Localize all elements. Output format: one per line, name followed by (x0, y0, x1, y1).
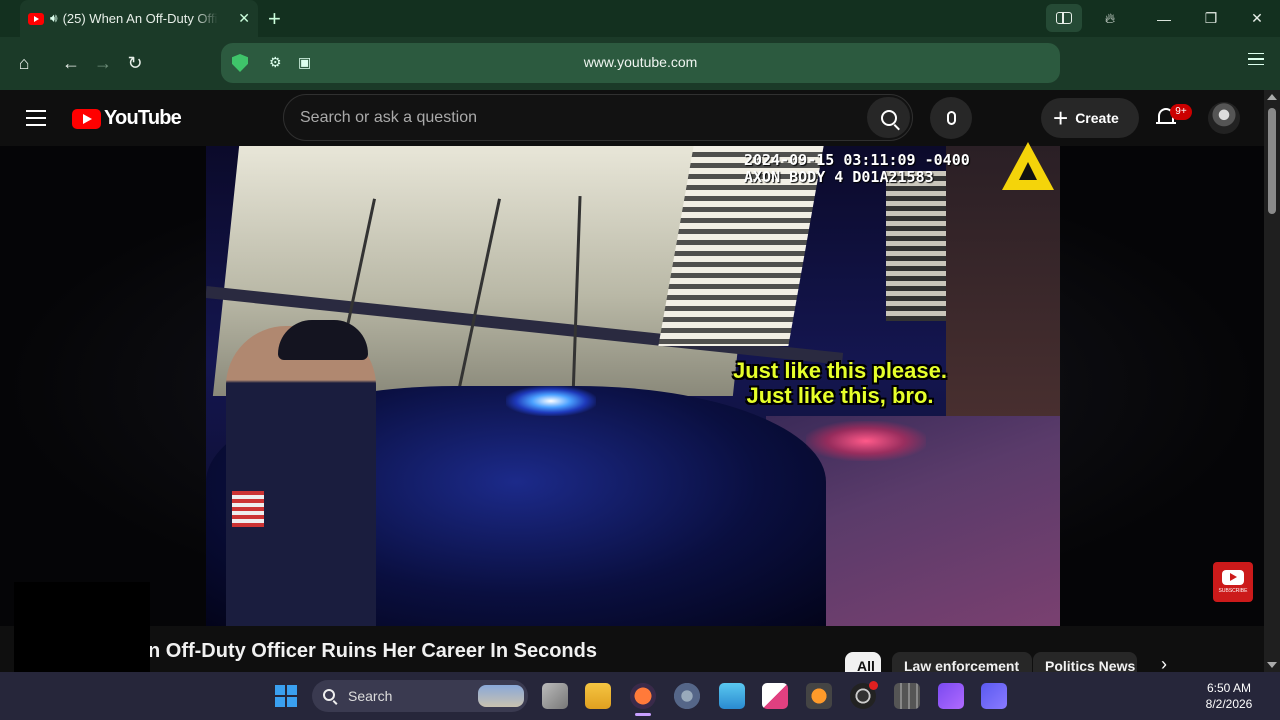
video-title: n Off-Duty Officer Ruins Her Career In S… (148, 640, 597, 662)
editor-icon[interactable] (981, 683, 1007, 709)
minimize-button[interactable]: — (1141, 0, 1187, 37)
youtube-header: YouTube Search or ask a question + Creat… (0, 90, 1264, 146)
recording-dot-icon (869, 681, 878, 690)
search-icon (323, 689, 335, 701)
url-text[interactable]: www.youtube.com (221, 54, 1060, 70)
active-app-indicator (635, 713, 651, 716)
sidebar-toggle-icon[interactable] (1046, 4, 1082, 32)
scroll-up-icon[interactable] (1267, 94, 1277, 100)
create-label: Create (1075, 110, 1119, 126)
paint-icon[interactable] (762, 683, 788, 709)
plus-icon: + (1053, 103, 1069, 133)
task-view-icon[interactable] (542, 683, 568, 709)
calculator-icon[interactable] (894, 683, 920, 709)
taskbar-clock[interactable]: 6:50 AM 8/2/2026 (1196, 680, 1262, 712)
subscribe-watermark-button[interactable]: SUBSCRIBE (1213, 562, 1253, 602)
speaker-icon[interactable]: 🔊︎ (50, 11, 58, 26)
taskbar-search-label: Search (348, 688, 393, 704)
home-icon[interactable]: ⌂ (10, 49, 38, 77)
notification-badge: 9+ (1170, 104, 1192, 120)
settings-icon[interactable] (674, 683, 700, 709)
search-input[interactable]: Search or ask a question (283, 94, 913, 141)
youtube-favicon-icon (28, 12, 44, 25)
youtube-logo-text: YouTube (104, 107, 182, 129)
browser-tab-strip: 🔊︎ (25) When An Off-Duty Officer Ruins H… (0, 0, 1280, 37)
address-bar[interactable]: ⚙︎ ▣ www.youtube.com (221, 43, 1060, 83)
search-highlight-image (478, 685, 524, 707)
browser-tab[interactable]: 🔊︎ (25) When An Off-Duty Officer Ruins H… (20, 0, 258, 37)
clipchamp-icon[interactable] (938, 683, 964, 709)
search-button[interactable] (867, 97, 910, 138)
microphone-icon (946, 111, 956, 125)
notepad-icon[interactable] (719, 683, 745, 709)
file-explorer-icon[interactable] (585, 683, 611, 709)
scroll-down-icon[interactable] (1267, 662, 1277, 668)
guide-menu-icon[interactable] (26, 110, 46, 126)
search-icon (880, 109, 897, 126)
create-button[interactable]: + Create (1041, 98, 1139, 138)
page-scrollbar[interactable] (1264, 90, 1280, 672)
windows-start-icon[interactable] (275, 685, 297, 707)
flame-icon[interactable]: 🔥︎ (1087, 0, 1133, 37)
close-tab-icon[interactable]: ✕ (238, 10, 250, 27)
back-icon[interactable]: ← (57, 49, 85, 77)
youtube-logo-icon (72, 108, 101, 129)
forward-icon[interactable]: → (89, 49, 117, 77)
taskbar-search[interactable]: Search (312, 680, 528, 712)
duckduckgo-browser-icon[interactable] (630, 683, 656, 709)
close-window-button[interactable]: ✕ (1234, 0, 1280, 37)
reload-icon[interactable]: ↻ (121, 49, 149, 77)
restore-button[interactable]: ❐ (1188, 0, 1234, 37)
avatar[interactable] (1208, 102, 1240, 134)
tab-title: (25) When An Off-Duty Officer Ruins Her … (62, 11, 218, 26)
video-frame-officer (226, 326, 376, 626)
youtube-play-icon (1222, 570, 1244, 585)
youtube-logo[interactable]: YouTube (72, 107, 182, 130)
bodycam-timestamp: 2024-09-15 03:11:09 -0400 AXON BODY 4 D0… (744, 151, 970, 186)
scroll-thumb[interactable] (1268, 108, 1276, 214)
browser-menu-icon[interactable] (1248, 53, 1264, 65)
video-caption: Just like this please. Just like this, b… (733, 358, 947, 408)
fl-studio-icon[interactable] (806, 683, 832, 709)
new-tab-button[interactable]: + (268, 6, 281, 32)
search-placeholder: Search or ask a question (300, 109, 477, 126)
voice-search-button[interactable] (930, 97, 972, 139)
browser-toolbar: ⌂ ← → ↻ ⚙︎ ▣ www.youtube.com (0, 37, 1280, 90)
